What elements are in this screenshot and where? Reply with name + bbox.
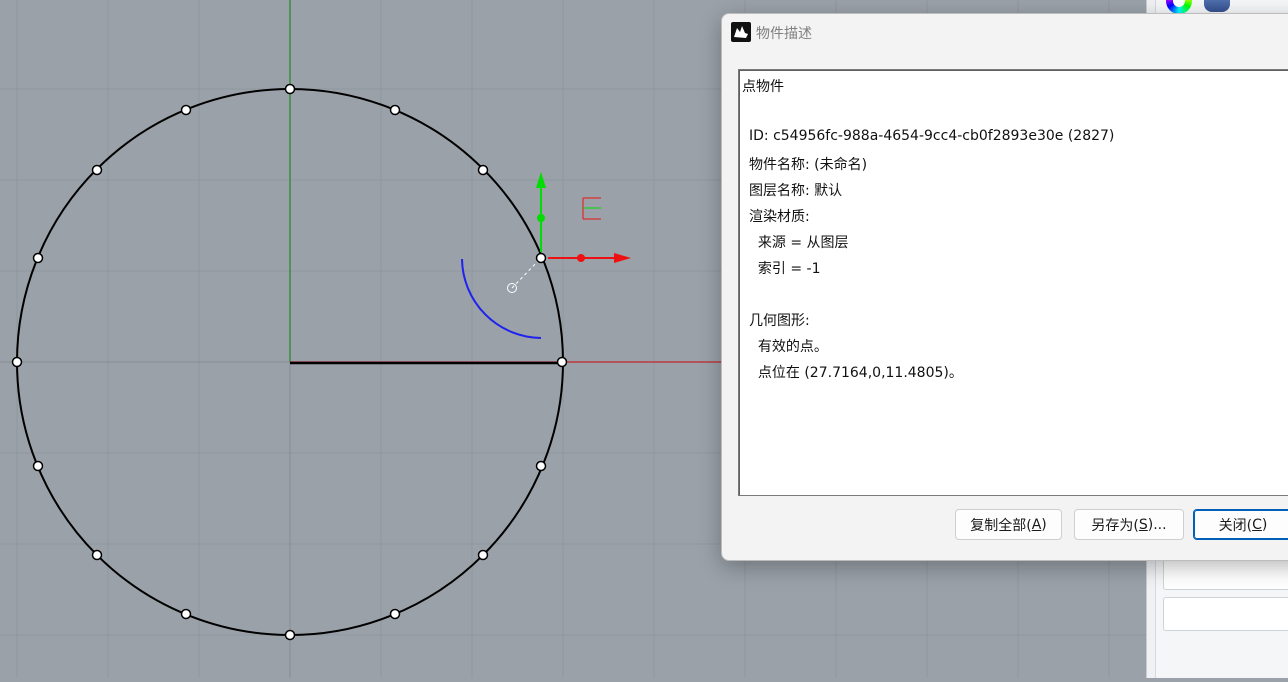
control-point-selected[interactable] xyxy=(535,252,547,264)
control-point[interactable] xyxy=(32,252,44,264)
save-as-button[interactable]: 另存为(S)... xyxy=(1074,509,1184,540)
control-point[interactable] xyxy=(477,164,489,176)
copy-all-label: 复制全部( xyxy=(970,517,1032,534)
dialog-title-bar[interactable]: 物件描述 xyxy=(722,14,1288,50)
description-line: 几何图形: xyxy=(749,313,810,329)
description-text-area[interactable]: 点物件 ID: c54956fc-988a-4654-9cc4-cb0f2893… xyxy=(738,69,1288,496)
control-point[interactable] xyxy=(389,104,401,116)
close-suffix: ) xyxy=(1261,516,1268,533)
save-as-label: 另存为( xyxy=(1091,517,1139,534)
copy-all-button[interactable]: 复制全部(A) xyxy=(955,509,1062,540)
control-point[interactable] xyxy=(11,356,23,368)
control-point[interactable] xyxy=(284,629,296,641)
copy-all-suffix: ) xyxy=(1041,516,1047,533)
panel-field[interactable] xyxy=(1163,556,1288,590)
control-point[interactable] xyxy=(91,549,103,561)
description-line: 点物件 xyxy=(742,79,784,95)
description-line: 图层名称: 默认 xyxy=(749,183,843,199)
description-line: 物件名称: (未命名) xyxy=(749,157,868,173)
dialog-title: 物件描述 xyxy=(756,26,812,42)
description-line: 渲染材质: xyxy=(749,209,810,225)
control-point[interactable] xyxy=(91,164,103,176)
copy-all-mnemonic: A xyxy=(1031,516,1042,533)
rhino-icon xyxy=(731,22,751,42)
panel-field[interactable] xyxy=(1163,597,1288,631)
close-mnemonic: C xyxy=(1252,516,1262,533)
description-line: 索引 = -1 xyxy=(749,261,821,277)
description-line: 来源 = 从图层 xyxy=(749,235,849,251)
gumball-x-scale-handle[interactable] xyxy=(577,254,585,262)
close-button[interactable]: 关闭(C) xyxy=(1193,509,1288,540)
close-label: 关闭( xyxy=(1218,517,1253,534)
gumball-y-scale-handle[interactable] xyxy=(537,214,545,222)
control-point[interactable] xyxy=(284,83,296,95)
description-line: ID: c54956fc-988a-4654-9cc4-cb0f2893e30e… xyxy=(749,128,1115,144)
control-point[interactable] xyxy=(180,104,192,116)
save-as-mnemonic: S xyxy=(1138,516,1148,533)
control-point[interactable] xyxy=(180,608,192,620)
control-point[interactable] xyxy=(32,460,44,472)
description-line: 有效的点。 xyxy=(749,339,828,355)
object-description-dialog: 物件描述 点物件 ID: c54956fc-988a-4654-9cc4-cb0… xyxy=(721,13,1288,561)
control-point[interactable] xyxy=(477,549,489,561)
save-as-suffix: )... xyxy=(1147,516,1167,533)
description-line: 点位在 (27.7164,0,11.4805)。 xyxy=(749,365,963,381)
database-icon[interactable] xyxy=(1204,0,1230,12)
control-point[interactable] xyxy=(535,460,547,472)
control-point[interactable] xyxy=(556,356,568,368)
control-point[interactable] xyxy=(389,608,401,620)
